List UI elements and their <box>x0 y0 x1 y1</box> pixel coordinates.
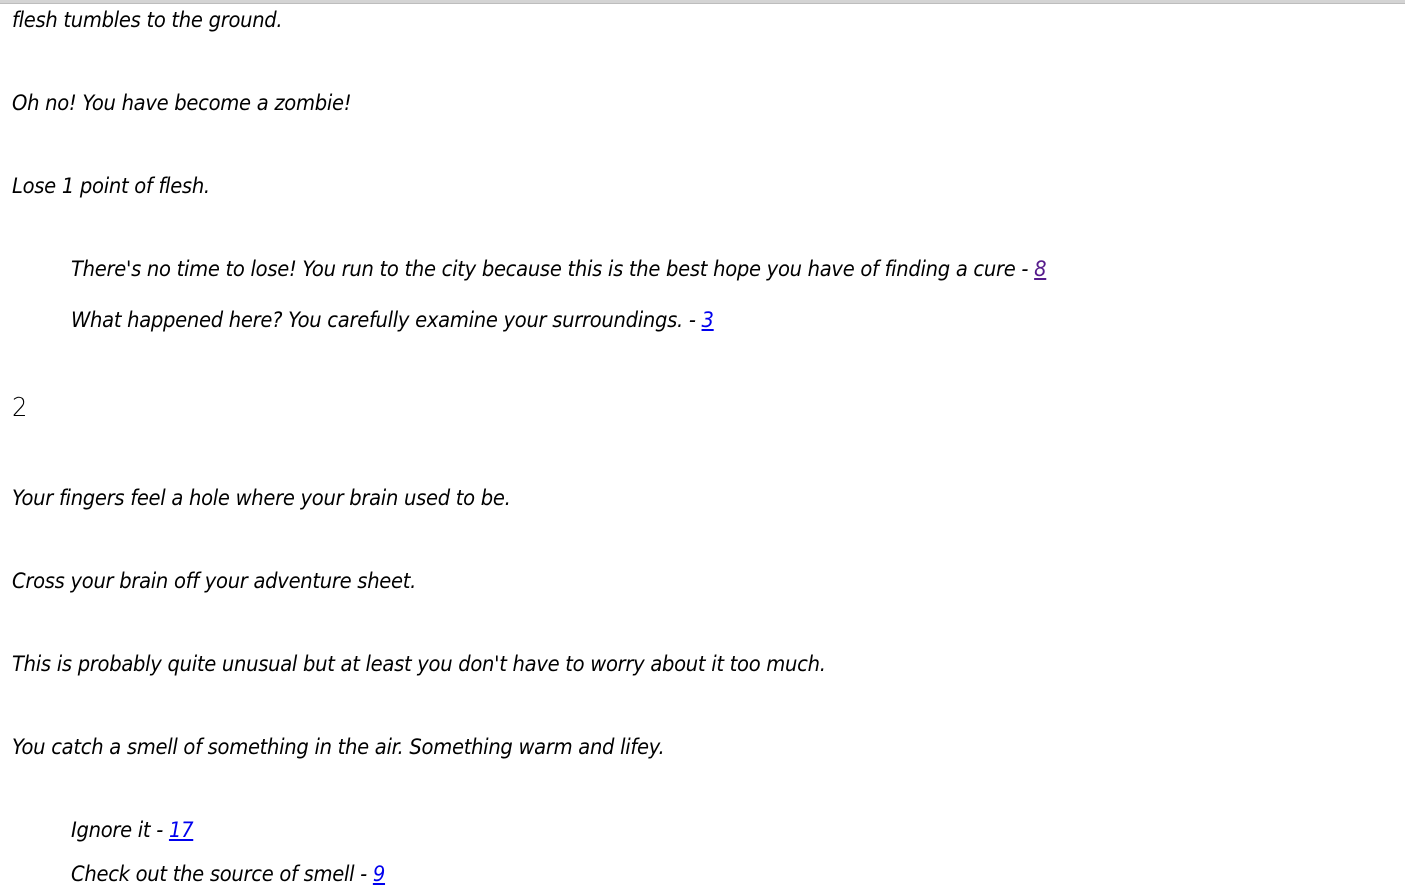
paragraph: This is probably quite unusual but at le… <box>12 652 826 676</box>
choice-link-8[interactable]: 8 <box>1034 257 1046 281</box>
choice-item: Ignore it - 17 <box>71 818 194 842</box>
choice-text: Check out the source of smell - <box>71 862 373 886</box>
choice-text: There's no time to lose! You run to the … <box>71 257 1035 281</box>
choice-link-3[interactable]: 3 <box>702 308 714 332</box>
choice-text: What happened here? You carefully examin… <box>71 308 702 332</box>
choice-item: What happened here? You carefully examin… <box>71 308 714 332</box>
paragraph: Oh no! You have become a zombie! <box>12 91 352 115</box>
choice-item: There's no time to lose! You run to the … <box>71 257 1047 281</box>
choice-link-17[interactable]: 17 <box>169 818 194 842</box>
paragraph: flesh tumbles to the ground. <box>12 8 283 32</box>
paragraph: You catch a smell of something in the ai… <box>12 735 665 759</box>
browser-top-edge <box>0 0 1405 4</box>
paragraph: Cross your brain off your adventure shee… <box>12 569 417 593</box>
choice-item: Check out the source of smell - 9 <box>71 862 385 886</box>
choice-text: Ignore it - <box>71 818 169 842</box>
paragraph: Your fingers feel a hole where your brai… <box>12 486 511 510</box>
paragraph: Lose 1 point of flesh. <box>12 174 210 198</box>
section-heading: 2 <box>12 393 28 423</box>
choice-link-9[interactable]: 9 <box>373 862 385 886</box>
